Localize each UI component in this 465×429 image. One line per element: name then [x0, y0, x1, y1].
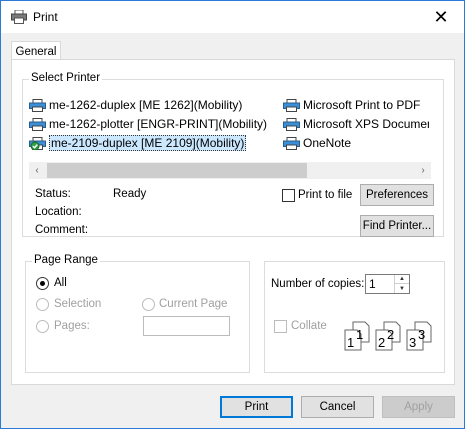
svg-text:1: 1 [356, 327, 363, 342]
title-bar: Print ✕ [1, 1, 464, 33]
print-dialog: Print ✕ General Select Printer me-1262-d… [0, 0, 465, 429]
printer-name: Microsoft Print to PDF [303, 98, 421, 112]
all-radio[interactable] [36, 277, 49, 290]
copies-group: Number of copies: 1 ▲ ▼ Collate 11 22 3 … [264, 261, 445, 373]
find-printer-button[interactable]: Find Printer... [360, 215, 434, 237]
status-value: Ready [113, 188, 147, 200]
cancel-button-label: Cancel [319, 401, 356, 413]
scroll-left-icon[interactable]: ‹ [29, 162, 45, 179]
printer-item[interactable]: OneNote [283, 134, 429, 153]
collate-icon: 11 22 33 [344, 321, 432, 351]
pages-label[interactable]: Pages: [54, 320, 90, 332]
printer-item[interactable]: me-1262-duplex [ME 1262](Mobility) [29, 96, 281, 115]
close-button[interactable]: ✕ [418, 1, 464, 33]
print-button-label: Print [244, 401, 269, 413]
apply-button-label: Apply [404, 401, 433, 413]
printer-icon [11, 10, 27, 24]
preferences-button-label: Preferences [365, 189, 428, 201]
window-title: Print [33, 10, 58, 24]
printer-icon [29, 99, 46, 112]
all-label[interactable]: All [54, 277, 67, 289]
spin-down-icon[interactable]: ▼ [395, 284, 409, 293]
tab-strip: General [1, 33, 464, 63]
printer-column-left: me-1262-duplex [ME 1262](Mobility) me-12… [29, 96, 281, 153]
find-printer-button-label: Find Printer... [362, 220, 432, 232]
printer-item[interactable]: me-1262-plotter [ENGR-PRINT](Mobility) [29, 115, 281, 134]
page-range-group: Page Range All Selection Current Page Pa… [25, 254, 250, 373]
spin-up-icon[interactable]: ▲ [395, 275, 409, 284]
print-to-file-checkbox[interactable] [282, 189, 295, 202]
print-to-file-label[interactable]: Print to file [298, 189, 352, 201]
select-printer-label: Select Printer [29, 72, 103, 84]
cancel-button[interactable]: Cancel [301, 396, 374, 418]
printer-name: me-1262-duplex [ME 1262](Mobility) [49, 98, 243, 112]
comment-label: Comment: [35, 224, 89, 236]
printer-icon [283, 137, 300, 150]
printer-item[interactable]: Microsoft Print to PDF [283, 96, 429, 115]
printer-icon [283, 118, 300, 131]
svg-text:1: 1 [347, 335, 354, 350]
collate-label[interactable]: Collate [291, 320, 327, 332]
printer-name: OneNote [303, 136, 352, 150]
copies-value[interactable]: 1 [369, 277, 376, 291]
printer-list[interactable]: me-1262-duplex [ME 1262](Mobility) me-12… [29, 96, 429, 158]
svg-text:2: 2 [387, 327, 394, 342]
printer-name: Microsoft XPS Documen [303, 117, 429, 131]
preferences-button[interactable]: Preferences [360, 184, 434, 206]
printer-item-selected[interactable]: me-2109-duplex [ME 2109](Mobility) [29, 134, 281, 153]
location-label: Location: [35, 206, 82, 218]
pages-input[interactable] [143, 316, 230, 336]
svg-text:2: 2 [378, 335, 385, 350]
printer-column-right: Microsoft Print to PDF Microsoft XPS Doc… [283, 96, 429, 153]
printer-name: me-2109-duplex [ME 2109](Mobility) [49, 135, 247, 151]
scroll-right-icon[interactable]: › [415, 162, 431, 179]
copies-stepper[interactable]: 1 ▲ ▼ [365, 274, 410, 294]
svg-text:3: 3 [409, 335, 416, 350]
page-range-label: Page Range [32, 254, 100, 266]
close-icon: ✕ [433, 6, 449, 27]
printer-item[interactable]: Microsoft XPS Documen [283, 115, 429, 134]
general-tab-page: Select Printer me-1262-duplex [ME 1262](… [11, 59, 455, 385]
spin-buttons: ▲ ▼ [394, 275, 409, 293]
selection-radio[interactable] [36, 298, 49, 311]
status-label: Status: [35, 188, 71, 200]
apply-button[interactable]: Apply [382, 396, 455, 418]
printer-name: me-1262-plotter [ENGR-PRINT](Mobility) [49, 117, 268, 131]
default-printer-icon [29, 137, 46, 150]
scrollbar-thumb[interactable] [47, 163, 307, 178]
current-page-radio[interactable] [142, 298, 155, 311]
horizontal-scrollbar[interactable]: ‹ › [29, 162, 431, 179]
selection-label[interactable]: Selection [54, 298, 101, 310]
svg-text:3: 3 [418, 327, 425, 342]
number-of-copies-label: Number of copies: [271, 278, 365, 290]
current-page-label[interactable]: Current Page [159, 298, 227, 310]
printer-icon [283, 99, 300, 112]
print-button[interactable]: Print [220, 396, 293, 418]
pages-radio[interactable] [36, 320, 49, 333]
select-printer-group: Select Printer me-1262-duplex [ME 1262](… [22, 72, 444, 237]
collate-checkbox[interactable] [274, 320, 287, 333]
printer-icon [29, 118, 46, 131]
